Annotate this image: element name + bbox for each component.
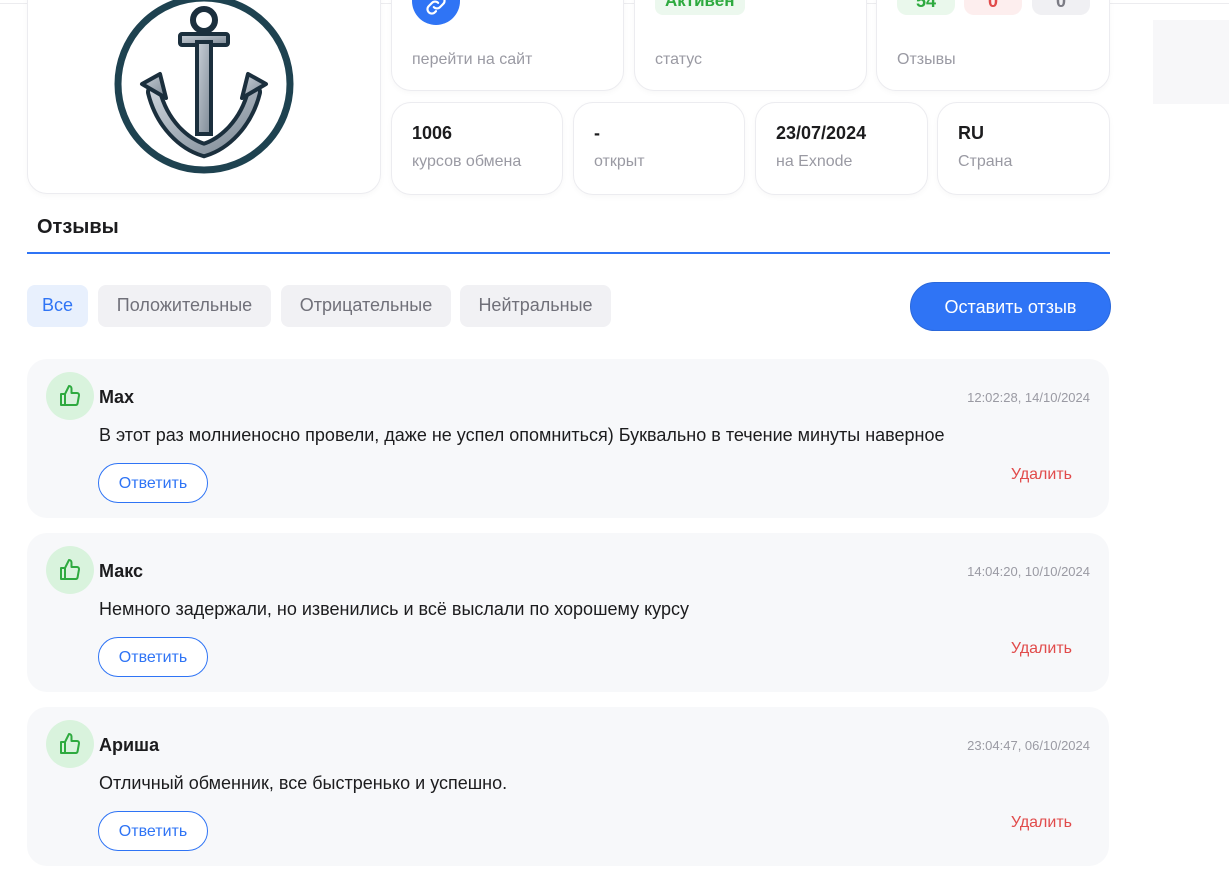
- delete-review-link[interactable]: Удалить: [1011, 466, 1072, 484]
- positive-count-badge: 54: [897, 0, 955, 15]
- positive-review-marker: [46, 720, 94, 768]
- filter-neutral[interactable]: Нейтральные: [460, 285, 611, 327]
- thumb-up-icon: [60, 385, 80, 406]
- review-text: В этот раз молниеносно провели, даже не …: [99, 425, 945, 445]
- review-item: Макс 14:04:20, 10/10/2024 Немного задерж…: [27, 533, 1109, 692]
- review-author: Ариша: [99, 735, 160, 755]
- review-text: Отличный обменник, все быстренько и успе…: [99, 773, 508, 793]
- website-link-button[interactable]: [412, 0, 460, 25]
- review-text: Немного задержали, но извенились и всё в…: [99, 599, 689, 619]
- leave-review-button[interactable]: Оставить отзыв: [910, 282, 1111, 331]
- negative-count-badge: 0: [964, 0, 1022, 15]
- filter-negative[interactable]: Отрицательные: [281, 285, 451, 327]
- country-value: RU: [958, 123, 984, 143]
- filter-all[interactable]: Все: [27, 285, 88, 327]
- exchanger-logo-card: [27, 0, 381, 194]
- listing-date-value: 23/07/2024: [776, 123, 867, 143]
- reply-button[interactable]: Ответить: [98, 463, 208, 503]
- review-author: Max: [99, 387, 135, 407]
- positive-review-marker: [46, 546, 94, 594]
- review-timestamp: 12:02:28, 14/10/2024: [967, 390, 1090, 405]
- side-panel-edge: [1153, 20, 1229, 104]
- rates-value: 1006: [412, 123, 453, 143]
- reply-button[interactable]: Ответить: [98, 637, 208, 677]
- opened-card: - открыт: [573, 102, 745, 195]
- rates-label: курсов обмена: [412, 153, 522, 170]
- website-card[interactable]: перейти на сайт: [391, 0, 624, 91]
- review-author: Макс: [99, 561, 144, 581]
- opened-value: -: [594, 123, 600, 143]
- listing-date-label: на Exnode: [776, 153, 853, 170]
- delete-review-link[interactable]: Удалить: [1011, 640, 1072, 658]
- filter-positive[interactable]: Положительные: [98, 285, 271, 327]
- review-timestamp: 23:04:47, 06/10/2024: [967, 738, 1090, 753]
- reviews-section-title: Отзывы: [37, 216, 119, 238]
- reply-button[interactable]: Ответить: [98, 811, 208, 851]
- country-card: RU Страна: [937, 102, 1110, 195]
- review-timestamp: 14:04:20, 10/10/2024: [967, 564, 1090, 579]
- website-label[interactable]: перейти на сайт: [412, 51, 532, 69]
- status-card: Активен статус: [634, 0, 867, 91]
- review-item: Max 12:02:28, 14/10/2024 В этот раз молн…: [27, 359, 1109, 518]
- reviews-count-label: Отзывы: [897, 51, 956, 68]
- country-label: Страна: [958, 153, 1013, 170]
- delete-review-link[interactable]: Удалить: [1011, 814, 1072, 832]
- opened-label: открыт: [594, 153, 645, 170]
- link-icon: [426, 0, 446, 15]
- listing-date-card: 23/07/2024 на Exnode: [755, 102, 928, 195]
- thumb-up-icon: [60, 733, 80, 754]
- thumb-up-icon: [60, 559, 80, 580]
- neutral-count-badge: 0: [1032, 0, 1090, 15]
- reviews-count-card: 54 0 0 Отзывы: [876, 0, 1110, 91]
- status-label: статус: [655, 51, 703, 68]
- positive-review-marker: [46, 372, 94, 420]
- status-badge: Активен: [655, 0, 745, 15]
- anchor-logo: [114, 0, 294, 174]
- review-item: Ариша 23:04:47, 06/10/2024 Отличный обме…: [27, 707, 1109, 866]
- rates-card: 1006 курсов обмена: [391, 102, 563, 195]
- reviews-section-underline: [27, 252, 1110, 254]
